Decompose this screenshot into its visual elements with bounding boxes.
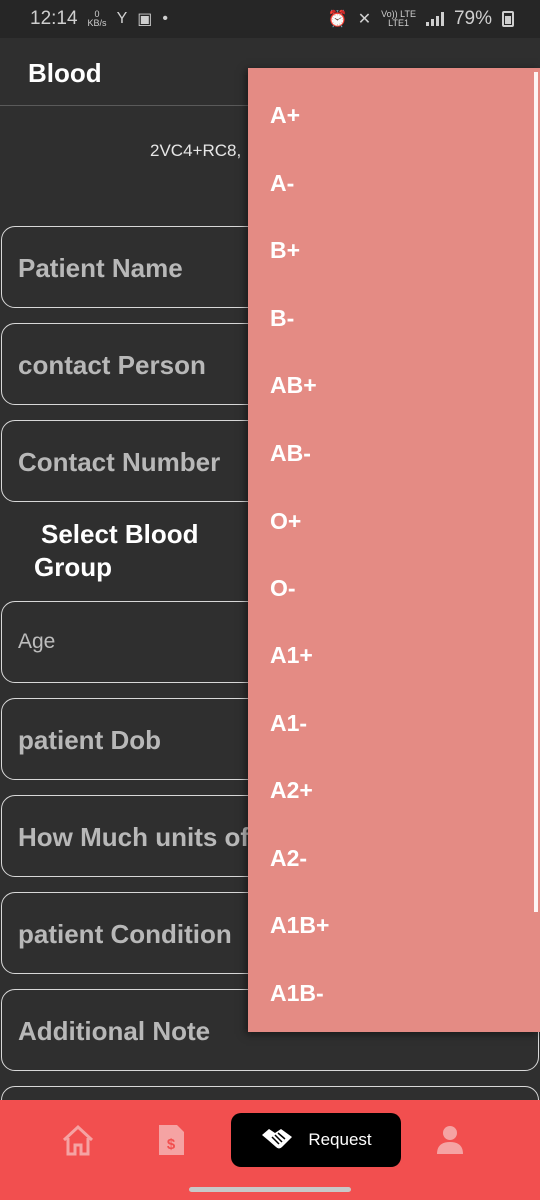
home-icon[interactable] [60, 1122, 96, 1158]
blood-group-selector[interactable]: Select Blood Group [34, 518, 234, 584]
patient-name-placeholder: Patient Name [18, 253, 183, 283]
patient-condition-placeholder: patient Condition [18, 919, 232, 949]
blood-group-option[interactable]: A2+ [270, 777, 313, 804]
status-time: 12:14 [30, 8, 78, 29]
blood-group-option[interactable]: B+ [270, 237, 300, 264]
blood-group-option[interactable]: A1B- [270, 980, 324, 1007]
blood-group-option[interactable]: O+ [270, 508, 301, 535]
age-placeholder: Age [18, 630, 56, 653]
document-icon[interactable]: $ [153, 1122, 189, 1158]
profile-icon[interactable] [432, 1122, 468, 1158]
contact-person-placeholder: contact Person [18, 350, 206, 380]
blood-group-option[interactable]: A- [270, 170, 294, 197]
network-line2: LTE1 [388, 18, 409, 28]
contact-number-placeholder: Contact Number [18, 447, 221, 477]
location-code: 2VC4+RC8, [150, 141, 242, 160]
home-indicator[interactable] [189, 1187, 351, 1192]
svg-text:$: $ [167, 1136, 176, 1153]
battery-icon [502, 11, 514, 27]
blood-group-option[interactable]: A1- [270, 710, 307, 737]
blood-group-option[interactable]: A+ [270, 102, 300, 129]
dropdown-scrollbar[interactable] [534, 72, 538, 912]
units-placeholder: How Much units of [18, 822, 250, 852]
page-title: Blood [28, 58, 102, 88]
blood-group-option[interactable]: AB- [270, 440, 311, 467]
status-bar: 12:14 0 KB/s Y ▣ • ⏰ ✕ Vo)) LTE LTE1 79% [0, 0, 540, 38]
yahoo-icon: Y [116, 10, 128, 27]
additional-note-placeholder: Additional Note [18, 1016, 211, 1046]
battery-percent: 79% [453, 8, 492, 29]
blood-group-option[interactable]: AB+ [270, 372, 317, 399]
status-left: 12:14 0 KB/s Y ▣ • [30, 8, 168, 30]
dot-icon: • [162, 10, 168, 27]
signal-icon [425, 12, 444, 26]
patient-dob-placeholder: patient Dob [18, 725, 161, 755]
gallery-icon: ▣ [137, 11, 153, 28]
blood-group-option[interactable]: O- [270, 575, 296, 602]
handshake-icon [260, 1125, 294, 1156]
data-speed-unit: KB/s [87, 18, 107, 28]
status-right: ⏰ ✕ Vo)) LTE LTE1 79% [328, 8, 514, 30]
mute-icon: ✕ [357, 11, 372, 28]
blood-group-option[interactable]: A1B+ [270, 912, 329, 939]
network-type: Vo)) LTE LTE1 [381, 10, 416, 28]
request-button[interactable]: Request [231, 1113, 401, 1167]
alarm-icon: ⏰ [327, 11, 348, 28]
blood-group-label-line2: Group [34, 552, 112, 582]
blood-group-option[interactable]: A2- [270, 845, 307, 872]
data-speed: 0 KB/s [88, 10, 107, 28]
blood-group-option[interactable]: A1+ [270, 642, 313, 669]
blood-group-label-line1: Select Blood [41, 519, 199, 549]
bottom-nav: $ Request [0, 1100, 540, 1200]
blood-group-dropdown: A+ A- B+ B- AB+ AB- O+ O- A1+ A1- A2+ A2… [248, 68, 540, 1032]
blood-group-option[interactable]: B- [270, 305, 294, 332]
request-label: Request [308, 1130, 372, 1149]
